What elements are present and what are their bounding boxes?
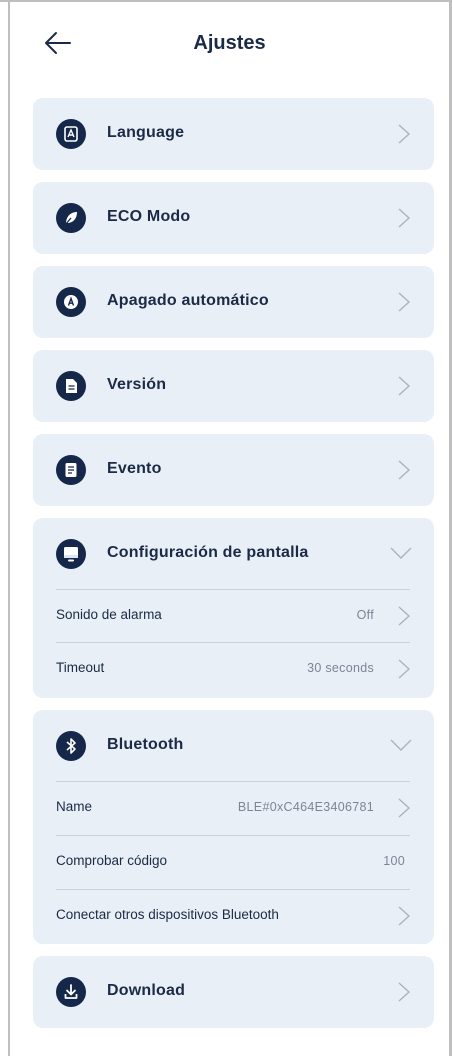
monitor-icon — [56, 539, 86, 569]
download-icon — [56, 977, 86, 1007]
chevron-down-icon — [390, 739, 412, 751]
chevron-right-icon — [398, 292, 410, 312]
event-list-icon — [56, 455, 86, 485]
chevron-right-icon — [398, 982, 410, 1002]
setting-row-label: Name — [56, 799, 93, 814]
setting-row-value: 30 seconds — [307, 661, 374, 675]
chevron-right-icon — [398, 659, 410, 679]
setting-row-label: Sonido de alarma — [56, 607, 162, 622]
chevron-right-icon — [398, 906, 410, 926]
settings-card-bluetooth: Bluetooth Name BLE#0xC464E3406781 Compro… — [33, 710, 434, 944]
document-icon — [56, 371, 86, 401]
language-icon — [56, 119, 86, 149]
settings-item-bluetooth[interactable]: Bluetooth — [33, 710, 434, 782]
settings-item-download[interactable]: Download — [33, 956, 434, 1028]
settings-card-event: Evento — [33, 434, 434, 506]
settings-item-display-config[interactable]: Configuración de pantalla — [33, 518, 434, 590]
auto-off-icon — [56, 287, 86, 317]
setting-row-alarm-sound[interactable]: Sonido de alarma Off — [33, 590, 434, 642]
settings-item-label: Bluetooth — [107, 736, 184, 753]
settings-item-label: Configuración de pantalla — [107, 544, 309, 561]
setting-row-timeout[interactable]: Timeout 30 seconds — [33, 643, 434, 695]
header: Ajustes — [10, 2, 449, 88]
setting-row-value: Off — [356, 608, 374, 622]
setting-row-label: Conectar otros dispositivos Bluetooth — [56, 907, 279, 922]
setting-row-label: Timeout — [56, 660, 105, 675]
settings-card-display-config: Configuración de pantalla Sonido de alar… — [33, 518, 434, 698]
settings-card-auto-off: Apagado automático — [33, 266, 434, 338]
settings-item-label: Versión — [107, 376, 167, 393]
bluetooth-icon — [56, 731, 86, 761]
settings-card-download: Download — [33, 956, 434, 1028]
chevron-right-icon — [398, 460, 410, 480]
setting-row-value: 100 — [383, 854, 405, 868]
settings-item-label: Language — [107, 124, 185, 141]
settings-item-label: Apagado automático — [107, 292, 269, 309]
setting-row-check-code: Comprobar código 100 — [33, 836, 434, 888]
chevron-right-icon — [398, 606, 410, 626]
setting-row-label: Comprobar código — [56, 853, 168, 868]
settings-item-event[interactable]: Evento — [33, 434, 434, 506]
settings-item-label: Evento — [107, 460, 162, 477]
chevron-right-icon — [398, 124, 410, 144]
setting-row-bt-name[interactable]: Name BLE#0xC464E3406781 — [33, 782, 434, 834]
settings-card-eco: ECO Modo — [33, 182, 434, 254]
settings-card-language: Language — [33, 98, 434, 170]
window-left-border — [8, 0, 10, 1056]
settings-item-label: Download — [107, 982, 186, 999]
setting-row-value: BLE#0xC464E3406781 — [237, 800, 374, 814]
settings-card-version: Versión — [33, 350, 434, 422]
chevron-right-icon — [398, 376, 410, 396]
settings-item-language[interactable]: Language — [33, 98, 434, 170]
leaf-icon — [56, 203, 86, 233]
chevron-right-icon — [398, 208, 410, 228]
settings-item-eco[interactable]: ECO Modo — [33, 182, 434, 254]
chevron-down-icon — [390, 547, 412, 559]
settings-item-auto-off[interactable]: Apagado automático — [33, 266, 434, 338]
setting-row-connect-other-bt[interactable]: Conectar otros dispositivos Bluetooth — [33, 890, 434, 942]
settings-item-version[interactable]: Versión — [33, 350, 434, 422]
page-title: Ajustes — [193, 32, 266, 54]
chevron-right-icon — [398, 798, 410, 818]
settings-item-label: ECO Modo — [107, 208, 191, 225]
